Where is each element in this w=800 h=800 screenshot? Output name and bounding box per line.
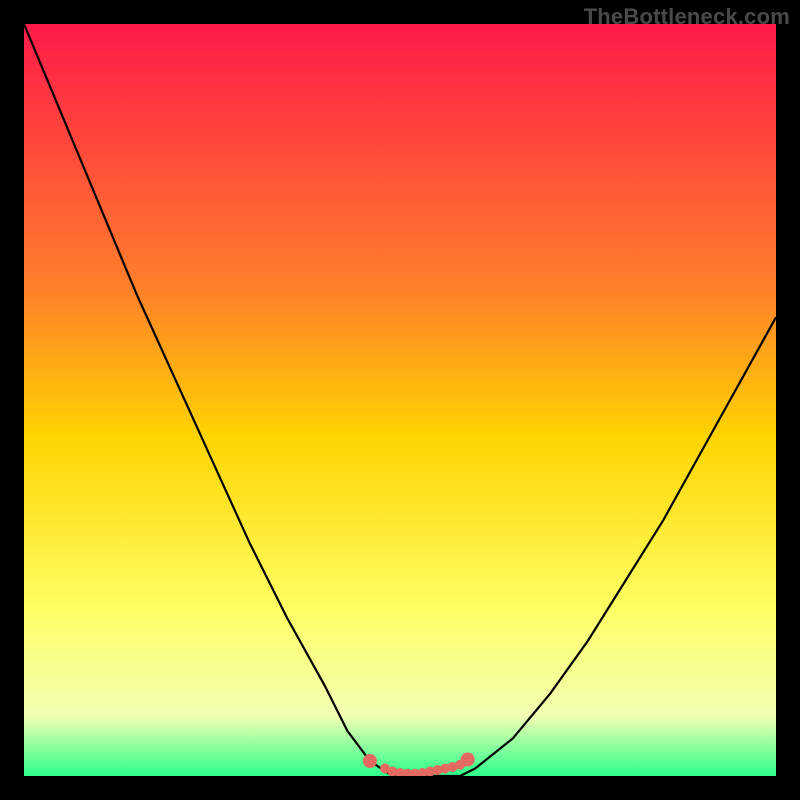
chart-frame: TheBottleneck.com — [0, 0, 800, 800]
chart-svg — [24, 24, 776, 776]
watermark-text: TheBottleneck.com — [584, 4, 790, 30]
curve-marker — [461, 753, 475, 767]
curve-marker — [363, 754, 377, 768]
gradient-background — [24, 24, 776, 776]
plot-area — [24, 24, 776, 776]
